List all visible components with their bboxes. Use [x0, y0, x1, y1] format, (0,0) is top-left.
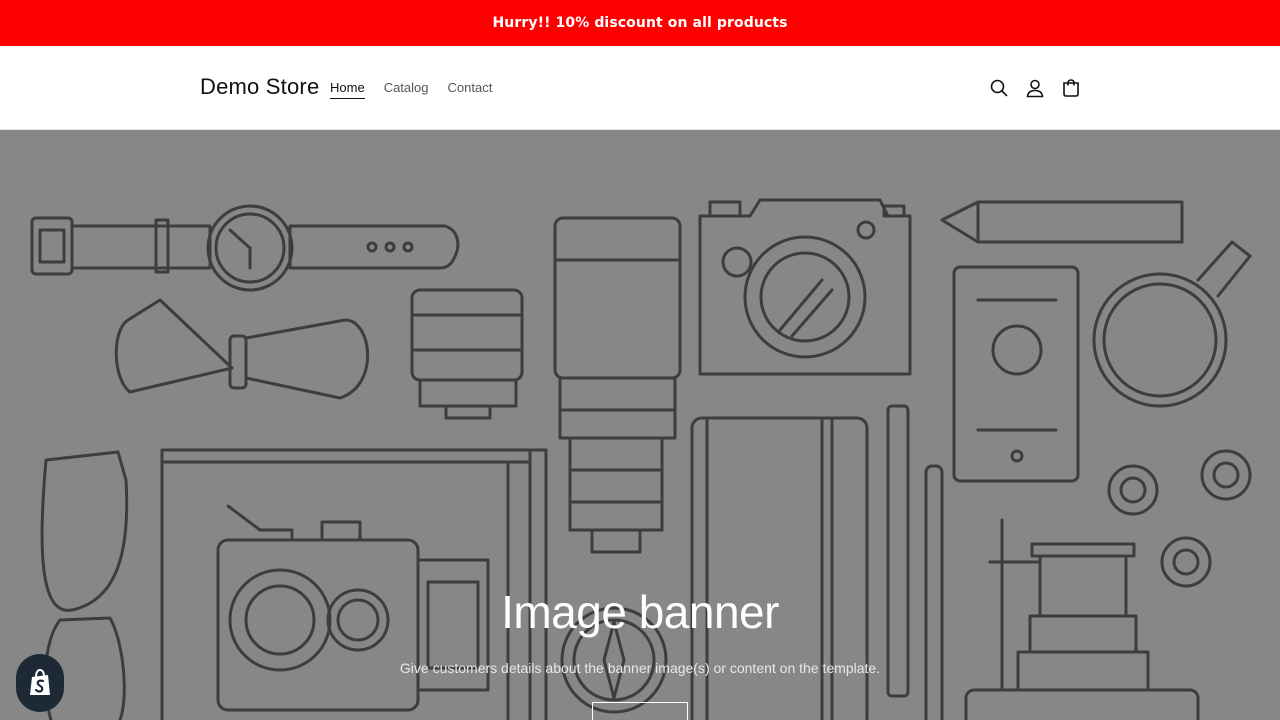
account-icon[interactable]: [1024, 76, 1046, 100]
cart-icon[interactable]: [1060, 76, 1082, 100]
nav-link-contact[interactable]: Contact: [448, 80, 493, 99]
site-header: Demo Store Home Catalog Contact: [0, 46, 1280, 130]
announcement-text: Hurry!! 10% discount on all products: [492, 15, 788, 31]
nav-link-catalog[interactable]: Catalog: [384, 80, 429, 99]
banner-button[interactable]: [592, 702, 688, 720]
banner-title: Image banner: [501, 586, 779, 638]
banner-description: Give customers details about the banner …: [399, 660, 881, 676]
main-nav: Home Catalog Contact: [330, 80, 492, 99]
image-banner: Image banner Give customers details abou…: [0, 130, 1280, 720]
announcement-bar: Hurry!! 10% discount on all products: [0, 0, 1280, 46]
search-icon[interactable]: [988, 76, 1010, 100]
nav-link-home[interactable]: Home: [330, 80, 365, 99]
shopify-badge[interactable]: [16, 654, 64, 712]
store-logo[interactable]: Demo Store: [200, 74, 319, 100]
header-icons: [988, 76, 1082, 100]
shopify-bag-icon: [30, 669, 50, 695]
